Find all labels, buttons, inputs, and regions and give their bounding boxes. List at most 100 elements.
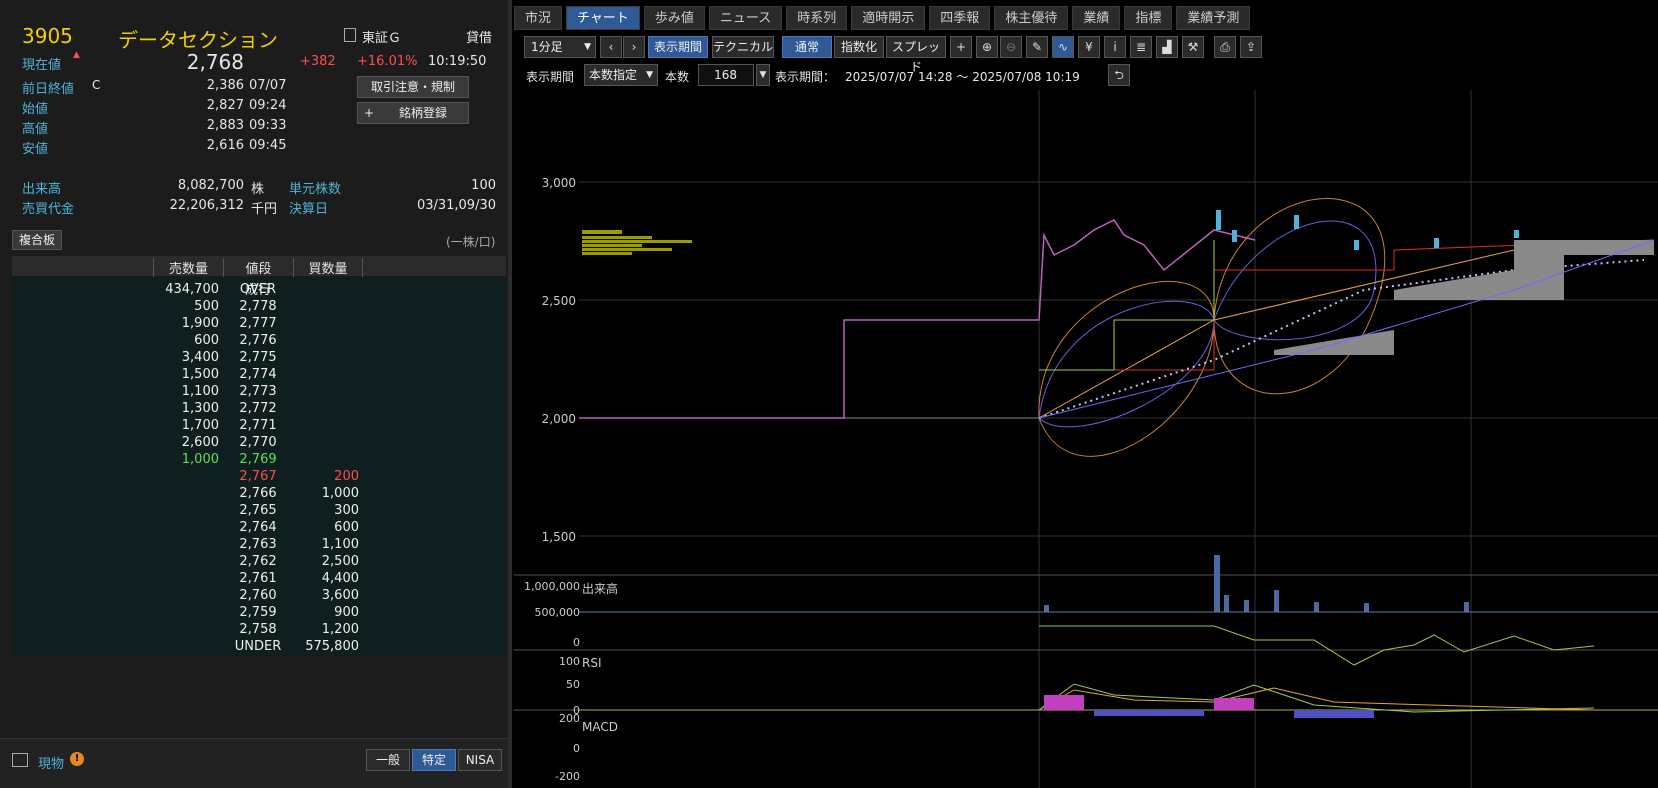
count-input[interactable]: 168 [698,64,754,86]
up-arrow-icon: ▲ [73,50,80,60]
tab-5[interactable]: 適時開示 [851,6,926,30]
sell-qty: 1,000 [181,452,219,467]
panel-tick: 0 [573,636,580,649]
sell-row[interactable]: 1,900 2,777 [12,316,506,333]
buy-row[interactable]: 2,762 2,500 [12,554,506,571]
chevron-down-icon: ▼ [584,42,591,52]
prev-close-value: 2,386 [206,78,244,93]
sell-row[interactable]: 3,400 2,775 [12,350,506,367]
panel-tick: 100 [559,655,580,668]
count-dropdown-icon[interactable]: ▼ [756,64,770,86]
buy-row[interactable]: 2,760 3,600 [12,588,506,605]
sell-price: 2,773 [239,384,277,399]
buy-qty: 1,000 [321,486,359,501]
buy-price: 2,767 [239,469,277,484]
buy-price: 2,760 [239,588,277,603]
sell-price: 2,772 [239,401,277,416]
sell-row[interactable]: 1,300 2,772 [12,401,506,418]
buy-qty: 2,500 [321,554,359,569]
print-icon[interactable]: ⎙ [1214,36,1236,58]
sell-row[interactable]: 500 2,778 [12,299,506,316]
tab-7[interactable]: 株主優待 [994,6,1069,30]
buy-row[interactable]: 2,763 1,100 [12,537,506,554]
turnover-label: 売買代金 [22,202,75,217]
next-icon[interactable]: › [623,36,645,58]
buy-price: 2,764 [239,520,277,535]
crosshair-icon[interactable]: + [950,36,972,58]
sell-row[interactable]: 1,700 2,771 [12,418,506,435]
tab-2[interactable]: 歩み値 [643,6,705,30]
yen-icon[interactable]: ¥ [1078,36,1100,58]
sell-price: 2,769 [239,452,277,467]
register-label: 銘柄登録 [398,106,447,120]
chevron-down-icon: ▼ [646,70,653,80]
tab-0[interactable]: 市況 [514,6,563,30]
stock-code: 3905 [22,24,73,48]
sell-row[interactable]: 434,700 OVER [12,282,506,299]
zoom-out-icon[interactable]: ⊖ [1000,36,1022,58]
tab-1[interactable]: チャート [566,6,640,30]
buy-row[interactable]: 2,766 1,000 [12,486,506,503]
buy-price: 2,762 [239,554,277,569]
rsi-label: RSI [582,656,602,670]
period-button[interactable]: 表示期間 [648,36,708,58]
tab-8[interactable]: 業績 [1072,6,1121,30]
register-button[interactable]: + 銘柄登録 [357,102,469,124]
tab-9[interactable]: 指標 [1124,6,1173,30]
export-icon[interactable]: ⇪ [1240,36,1262,58]
open-label: 始値 [22,102,49,117]
spread-button[interactable]: スプレッド [886,36,946,74]
settle-value: 03/31,09/30 [416,198,496,213]
sell-qty: 1,300 [181,401,219,416]
technical-button[interactable]: テクニカル [712,36,774,58]
trading-rules-button[interactable]: 取引注意・規制 [357,76,469,98]
tab-4[interactable]: 時系列 [786,6,848,30]
buy-row[interactable]: 2,761 4,400 [12,571,506,588]
index-button[interactable]: 指数化 [834,36,884,58]
trend-icon[interactable]: ∿ [1052,36,1074,58]
sell-row[interactable]: 1,000 2,769 [12,452,506,469]
normal-button[interactable]: 通常 [782,36,832,58]
period-select[interactable]: 本数指定 ▼ [584,64,658,86]
buy-row[interactable]: 2,759 900 [12,605,506,622]
buy-row[interactable]: 2,765 300 [12,503,506,520]
account-general-button[interactable]: 一般 [366,749,410,771]
prev-icon[interactable]: ‹ [600,36,622,58]
pencil-icon[interactable]: ✎ [1026,36,1048,58]
sell-qty: 2,600 [181,435,219,450]
tab-3[interactable]: ニュース [708,6,783,30]
buy-row[interactable]: 2,758 1,200 [12,622,506,639]
price-chart[interactable] [514,90,1658,788]
sell-row[interactable]: 600 2,776 [12,333,506,350]
reset-icon[interactable]: ⮌ [1108,64,1130,86]
margin-label: 貸借 [466,31,493,46]
account-nisa-button[interactable]: NISA [458,749,502,771]
sell-price: 2,778 [239,299,277,314]
buy-row[interactable]: 2,767 200 [12,469,506,486]
window-icon[interactable] [12,753,28,767]
sell-row[interactable]: 1,500 2,774 [12,367,506,384]
high-label: 高値 [22,122,49,137]
account-specific-button[interactable]: 特定 [412,749,456,771]
warning-icon[interactable]: ! [70,752,84,766]
tab-6[interactable]: 四季報 [929,6,991,30]
buy-row[interactable]: UNDER 575,800 [12,639,506,656]
y-tick: 1,500 [541,530,576,544]
buy-qty: 900 [334,605,359,620]
plus-icon: + [364,106,375,120]
wrench-icon[interactable]: ⚒ [1182,36,1204,58]
custom-icon[interactable]: ≣ [1130,36,1152,58]
document-icon[interactable] [344,28,356,42]
sell-row[interactable]: 2,600 2,770 [12,435,506,452]
sell-row[interactable]: 1,100 2,773 [12,384,506,401]
order-book-tab[interactable]: 複合板 [12,230,62,250]
buy-row[interactable]: 2,764 600 [12,520,506,537]
info-icon[interactable]: i [1104,36,1126,58]
high-value: 2,883 [206,118,244,133]
histogram-icon[interactable]: ▟ [1156,36,1178,58]
tab-10[interactable]: 業績予測 [1176,6,1251,30]
zoom-in-icon[interactable]: ⊕ [976,36,998,58]
sell-price: 2,777 [239,316,277,331]
sell-qty: 1,100 [181,384,219,399]
interval-select[interactable]: 1分足 ▼ [524,36,596,58]
